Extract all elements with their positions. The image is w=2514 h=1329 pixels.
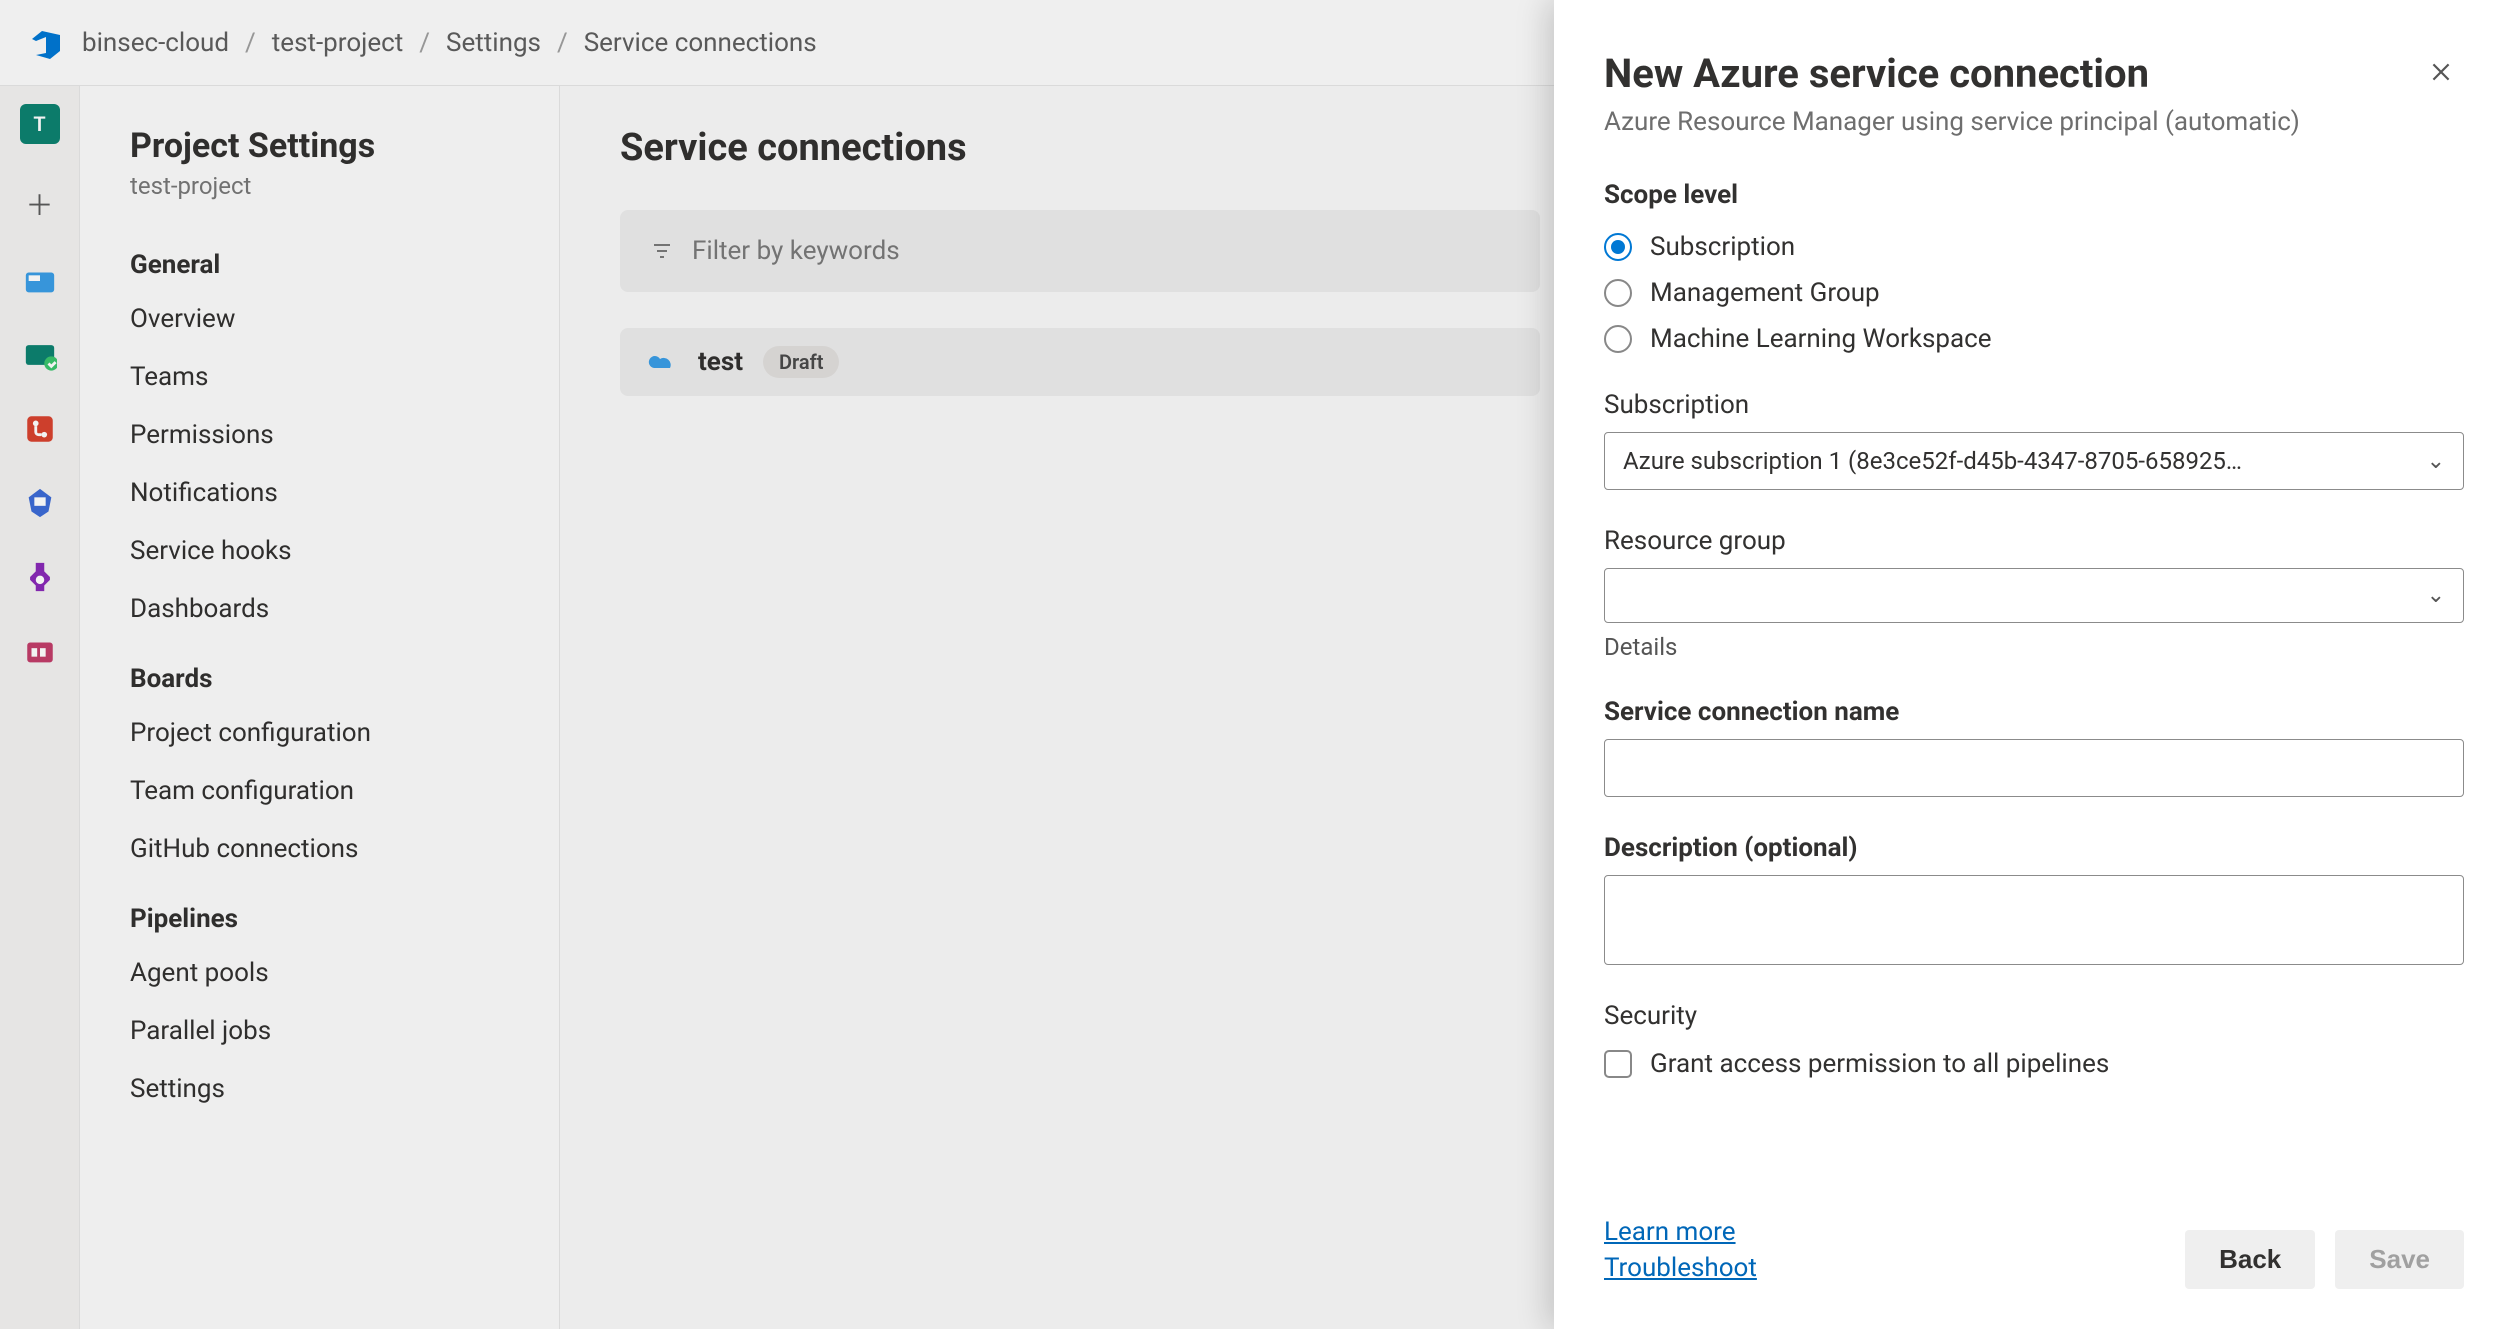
nav-dashboards[interactable]: Dashboards xyxy=(130,594,509,624)
status-badge: Draft xyxy=(763,346,839,378)
section-pipelines: Pipelines xyxy=(130,904,509,934)
security-label: Security xyxy=(1604,1001,2464,1031)
nav-permissions[interactable]: Permissions xyxy=(130,420,509,450)
boards-icon[interactable] xyxy=(23,264,57,298)
settings-sidebar: Project Settings test-project General Ov… xyxy=(80,86,560,1329)
nav-pipeline-settings[interactable]: Settings xyxy=(130,1074,509,1104)
sidebar-title: Project Settings xyxy=(130,126,509,166)
cloud-icon xyxy=(646,350,678,374)
breadcrumb-project[interactable]: test-project xyxy=(272,28,404,58)
nav-github-connections[interactable]: GitHub connections xyxy=(130,834,509,864)
nav-teams[interactable]: Teams xyxy=(130,362,509,392)
radio-checked-icon xyxy=(1604,233,1632,261)
filter-box[interactable]: Filter by keywords xyxy=(620,210,1540,292)
subscription-label: Subscription xyxy=(1604,390,2464,420)
connection-row[interactable]: test Draft xyxy=(620,328,1540,396)
breadcrumb-page[interactable]: Service connections xyxy=(584,28,817,58)
artifacts-icon[interactable] xyxy=(23,560,57,594)
project-tile[interactable]: T xyxy=(20,104,60,144)
nav-service-hooks[interactable]: Service hooks xyxy=(130,536,509,566)
scope-management-group-radio[interactable]: Management Group xyxy=(1604,278,2464,308)
radio-unchecked-icon xyxy=(1604,279,1632,307)
resource-group-label: Resource group xyxy=(1604,526,2464,556)
nav-agent-pools[interactable]: Agent pools xyxy=(130,958,509,988)
nav-project-config[interactable]: Project configuration xyxy=(130,718,509,748)
description-input[interactable] xyxy=(1604,875,2464,965)
new-connection-panel: New Azure service connection Azure Resou… xyxy=(1554,0,2514,1329)
back-button[interactable]: Back xyxy=(2185,1230,2315,1289)
breadcrumb: binsec-cloud / test-project / Settings /… xyxy=(82,28,817,58)
panel-title: New Azure service connection xyxy=(1604,50,2300,97)
scope-level-label: Scope level xyxy=(1604,180,2464,210)
breadcrumb-sep: / xyxy=(245,28,256,58)
repos-icon[interactable] xyxy=(23,338,57,372)
troubleshoot-link[interactable]: Troubleshoot xyxy=(1604,1253,1757,1283)
filter-placeholder: Filter by keywords xyxy=(692,236,900,266)
section-general: General xyxy=(130,250,509,280)
resource-group-select[interactable]: ⌄ xyxy=(1604,568,2464,623)
azure-devops-logo[interactable] xyxy=(30,27,62,59)
chevron-down-icon: ⌄ xyxy=(2427,449,2445,474)
breadcrumb-sep: / xyxy=(557,28,568,58)
pipelines-icon[interactable] xyxy=(23,412,57,446)
extensions-icon[interactable] xyxy=(23,634,57,668)
connection-name-input[interactable] xyxy=(1604,739,2464,797)
connection-name-label: Service connection name xyxy=(1604,697,2464,727)
grant-access-checkbox-row[interactable]: Grant access permission to all pipelines xyxy=(1604,1049,2464,1079)
breadcrumb-sep: / xyxy=(419,28,430,58)
test-plans-icon[interactable] xyxy=(23,486,57,520)
connection-name: test xyxy=(698,347,743,377)
description-label: Description (optional) xyxy=(1604,833,2464,863)
learn-more-link[interactable]: Learn more xyxy=(1604,1217,1757,1247)
radio-unchecked-icon xyxy=(1604,325,1632,353)
save-button[interactable]: Save xyxy=(2335,1230,2464,1289)
nav-notifications[interactable]: Notifications xyxy=(130,478,509,508)
close-button[interactable] xyxy=(2418,50,2464,98)
breadcrumb-settings[interactable]: Settings xyxy=(446,28,541,58)
filter-icon xyxy=(650,239,674,263)
nav-parallel-jobs[interactable]: Parallel jobs xyxy=(130,1016,509,1046)
section-boards: Boards xyxy=(130,664,509,694)
scope-ml-workspace-radio[interactable]: Machine Learning Workspace xyxy=(1604,324,2464,354)
nav-overview[interactable]: Overview xyxy=(130,304,509,334)
chevron-down-icon: ⌄ xyxy=(2427,583,2445,608)
subscription-select[interactable]: Azure subscription 1 (8e3ce52f-d45b-4347… xyxy=(1604,432,2464,490)
radio-label: Management Group xyxy=(1650,278,1880,308)
icon-rail: T ＋ xyxy=(0,86,80,1329)
resource-group-helper: Details xyxy=(1604,633,2464,661)
checkbox-label: Grant access permission to all pipelines xyxy=(1650,1049,2109,1079)
panel-subtitle: Azure Resource Manager using service pri… xyxy=(1604,105,2300,140)
checkbox-unchecked-icon xyxy=(1604,1050,1632,1078)
close-icon xyxy=(2428,59,2454,85)
nav-team-config[interactable]: Team configuration xyxy=(130,776,509,806)
breadcrumb-org[interactable]: binsec-cloud xyxy=(82,28,229,58)
scope-subscription-radio[interactable]: Subscription xyxy=(1604,232,2464,262)
radio-label: Subscription xyxy=(1650,232,1795,262)
add-project-button[interactable]: ＋ xyxy=(20,184,60,224)
sidebar-subtitle: test-project xyxy=(130,172,509,200)
radio-label: Machine Learning Workspace xyxy=(1650,324,1992,354)
subscription-value: Azure subscription 1 (8e3ce52f-d45b-4347… xyxy=(1623,447,2242,475)
